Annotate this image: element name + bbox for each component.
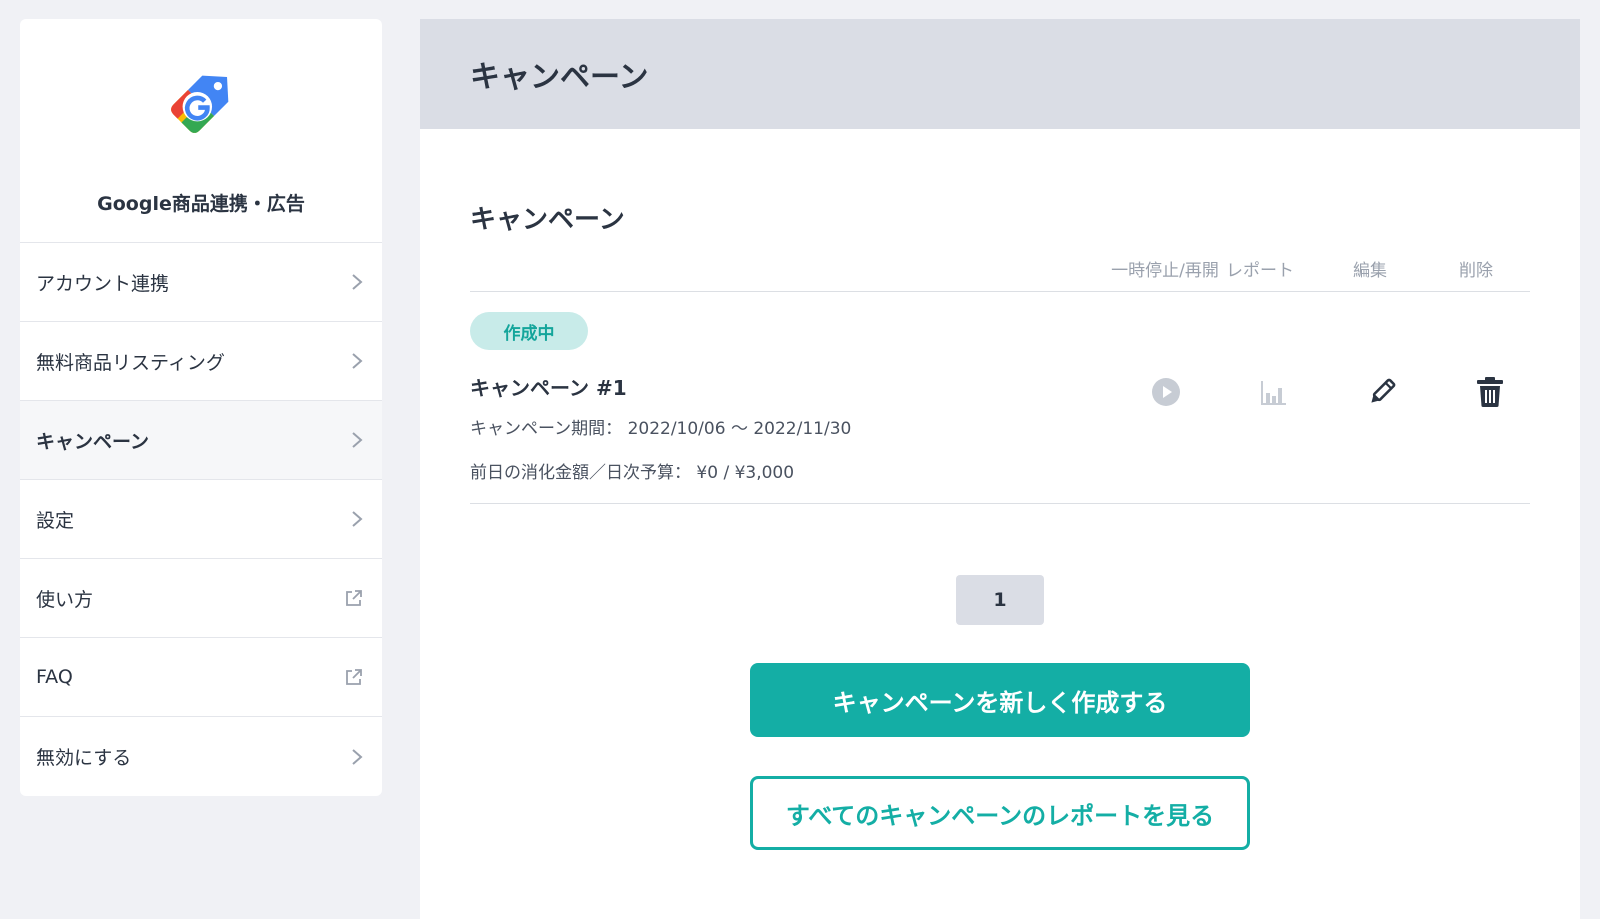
column-header-report: レポート	[1226, 261, 1294, 281]
chevron-right-icon	[352, 748, 363, 765]
campaign-section: キャンペーン 一時停止/再開 レポート 編集 削除 作成中 キャンペーン #1 …	[420, 199, 1580, 504]
play-circle-icon	[1152, 378, 1180, 406]
bar-chart-icon	[1261, 381, 1286, 405]
sidebar: Google商品連携・広告 アカウント連携 無料商品リスティング キャンペーン …	[20, 19, 382, 796]
view-all-reports-button[interactable]: すべてのキャンペーンのレポートを見る	[750, 776, 1250, 850]
sidebar-item-account[interactable]: アカウント連携	[20, 243, 382, 322]
delete-button[interactable]	[1470, 372, 1510, 412]
sidebar-item-label: キャンペーン	[36, 430, 150, 453]
page-title: キャンペーン	[470, 60, 649, 95]
external-link-icon	[346, 590, 362, 606]
sidebar-item-label: 無効にする	[36, 747, 132, 769]
chevron-right-icon	[352, 274, 363, 290]
sidebar-item-faq[interactable]: FAQ	[20, 638, 382, 717]
google-tag-logo-icon	[171, 75, 229, 133]
sidebar-item-label: 設定	[36, 509, 75, 532]
chevron-right-icon	[352, 432, 363, 448]
column-header-delete: 削除	[1459, 261, 1493, 281]
campaign-period-value: 2022/10/06 〜 2022/11/30	[627, 419, 852, 439]
campaign-period: キャンペーン期間： 2022/10/06 〜 2022/11/30	[470, 414, 851, 439]
sidebar-item-free-listing[interactable]: 無料商品リスティング	[20, 322, 382, 401]
sidebar-item-how-to-use[interactable]: 使い方	[20, 559, 382, 638]
external-link-icon	[346, 669, 362, 685]
status-badge: 作成中	[470, 312, 588, 350]
campaign-budget-label: 前日の消化金額／日次予算：	[470, 463, 691, 483]
sidebar-item-label: 無料商品リスティング	[36, 351, 225, 374]
sidebar-item-label: FAQ	[36, 666, 73, 688]
column-header-edit: 編集	[1353, 261, 1387, 281]
pagination-page-1[interactable]: 1	[956, 575, 1044, 625]
sidebar-item-campaign[interactable]: キャンペーン	[20, 401, 382, 480]
trash-icon	[1477, 377, 1503, 407]
campaign-period-label: キャンペーン期間：	[470, 419, 623, 439]
campaign-table-header: 一時停止/再開 レポート 編集 削除	[470, 256, 1530, 292]
sidebar-item-label: 使い方	[36, 588, 94, 611]
pause-resume-button[interactable]	[1146, 372, 1186, 412]
brand-header: Google商品連携・広告	[20, 19, 382, 243]
chevron-right-icon	[352, 353, 363, 369]
campaign-budget-value: ¥0 / ¥3,000	[696, 463, 795, 483]
section-title: キャンペーン	[470, 205, 625, 235]
sidebar-item-disable[interactable]: 無効にする	[20, 717, 382, 796]
page-header: キャンペーン	[420, 19, 1580, 129]
report-button[interactable]	[1254, 372, 1294, 412]
edit-button[interactable]	[1362, 372, 1402, 412]
sidebar-item-label: アカウント連携	[36, 272, 170, 295]
create-campaign-button[interactable]: キャンペーンを新しく作成する	[750, 663, 1250, 737]
main-panel: キャンペーン キャンペーン 一時停止/再開 レポート 編集 削除 作成中 キャン…	[420, 19, 1580, 919]
pencil-icon	[1371, 378, 1396, 403]
chevron-right-icon	[352, 511, 363, 527]
campaign-name: キャンペーン #1	[470, 376, 627, 400]
sidebar-item-settings[interactable]: 設定	[20, 480, 382, 559]
app-name: Google商品連携・広告	[97, 193, 305, 215]
table-row: 作成中 キャンペーン #1 キャンペーン期間： 2022/10/06 〜 202…	[470, 292, 1530, 504]
campaign-budget: 前日の消化金額／日次予算： ¥0 / ¥3,000	[470, 458, 794, 483]
